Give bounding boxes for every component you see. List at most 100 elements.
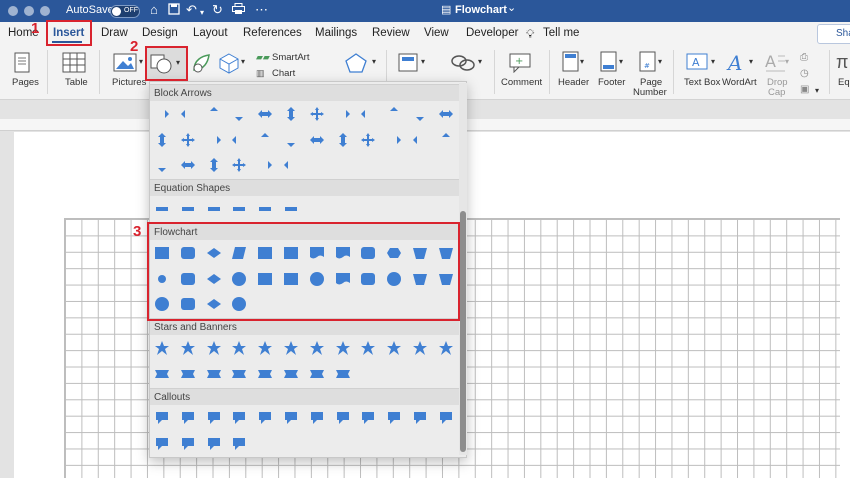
shape-thumbnail-icon[interactable]	[412, 132, 428, 148]
more-icon[interactable]: ⋯	[255, 3, 268, 17]
shape-thumbnail-icon[interactable]	[257, 201, 273, 217]
tab-developer[interactable]: Developer	[466, 27, 518, 39]
shape-thumbnail-icon[interactable]	[154, 157, 170, 173]
save-icon[interactable]	[168, 3, 180, 18]
title-chevron-icon[interactable]: ⌄	[507, 1, 516, 14]
shape-thumbnail-icon[interactable]	[309, 340, 325, 356]
shape-thumbnail-icon[interactable]	[386, 132, 402, 148]
shape-thumbnail-icon[interactable]	[360, 410, 376, 426]
shape-thumbnail-icon[interactable]	[180, 366, 196, 382]
shape-thumbnail-icon[interactable]	[335, 410, 351, 426]
shape-thumbnail-icon[interactable]	[257, 106, 273, 122]
pictures-icon[interactable]	[113, 53, 137, 73]
add-ins-chevron-icon[interactable]: ▾	[372, 57, 376, 66]
autosave-toggle[interactable]: OFF	[110, 5, 140, 18]
shape-thumbnail-icon[interactable]	[438, 340, 454, 356]
shape-thumbnail-icon[interactable]	[257, 132, 273, 148]
shape-thumbnail-icon[interactable]	[438, 106, 454, 122]
fullscreen-window-icon[interactable]	[40, 6, 50, 16]
shape-thumbnail-icon[interactable]	[283, 410, 299, 426]
icons-icon[interactable]	[190, 52, 212, 74]
shape-thumbnail-icon[interactable]	[309, 106, 325, 122]
shape-thumbnail-icon[interactable]	[309, 410, 325, 426]
shape-thumbnail-icon[interactable]	[360, 132, 376, 148]
media-icon[interactable]	[397, 52, 419, 74]
comment-icon[interactable]: +	[508, 51, 532, 73]
share-button[interactable]: Sha	[817, 24, 850, 44]
shape-thumbnail-icon[interactable]	[154, 366, 170, 382]
shape-thumbnail-icon[interactable]	[206, 366, 222, 382]
text-box-chevron-icon[interactable]: ▾	[711, 57, 715, 66]
shape-thumbnail-icon[interactable]	[283, 132, 299, 148]
tab-mailings[interactable]: Mailings	[315, 27, 357, 39]
shape-thumbnail-icon[interactable]	[438, 410, 454, 426]
tab-view[interactable]: View	[424, 27, 449, 39]
shape-thumbnail-icon[interactable]	[206, 410, 222, 426]
signature-line-icon[interactable]: ⎙	[800, 52, 808, 63]
shape-thumbnail-icon[interactable]	[386, 340, 402, 356]
pictures-chevron-icon[interactable]: ▾	[139, 57, 143, 66]
shape-thumbnail-icon[interactable]	[412, 340, 428, 356]
shape-thumbnail-icon[interactable]	[412, 410, 428, 426]
shape-thumbnail-icon[interactable]	[283, 366, 299, 382]
shape-thumbnail-icon[interactable]	[231, 436, 247, 452]
shape-thumbnail-icon[interactable]	[180, 436, 196, 452]
shape-thumbnail-icon[interactable]	[283, 340, 299, 356]
shape-thumbnail-icon[interactable]	[231, 410, 247, 426]
object-icon[interactable]: ▣	[800, 84, 809, 95]
shape-thumbnail-icon[interactable]	[360, 106, 376, 122]
shape-thumbnail-icon[interactable]	[206, 106, 222, 122]
shape-thumbnail-icon[interactable]	[257, 366, 273, 382]
shape-thumbnail-icon[interactable]	[283, 157, 299, 173]
shape-thumbnail-icon[interactable]	[231, 201, 247, 217]
shape-thumbnail-icon[interactable]	[231, 132, 247, 148]
table-icon[interactable]	[62, 52, 86, 74]
shape-thumbnail-icon[interactable]	[231, 157, 247, 173]
shape-thumbnail-icon[interactable]	[257, 157, 273, 173]
links-chevron-icon[interactable]: ▾	[478, 57, 482, 66]
pages-icon[interactable]	[13, 52, 33, 74]
chart-button[interactable]: Chart	[272, 68, 295, 79]
gallery-scrollbar-thumb[interactable]	[460, 211, 466, 452]
shape-thumbnail-icon[interactable]	[283, 201, 299, 217]
shape-thumbnail-icon[interactable]	[180, 106, 196, 122]
minimize-window-icon[interactable]	[24, 6, 34, 16]
wordart-icon[interactable]: A	[726, 50, 748, 74]
shape-thumbnail-icon[interactable]	[180, 157, 196, 173]
shape-thumbnail-icon[interactable]	[231, 106, 247, 122]
shape-thumbnail-icon[interactable]	[257, 340, 273, 356]
shape-thumbnail-icon[interactable]	[335, 340, 351, 356]
shape-thumbnail-icon[interactable]	[335, 106, 351, 122]
tab-layout[interactable]: Layout	[193, 27, 228, 39]
footer-icon[interactable]	[600, 51, 618, 73]
shape-thumbnail-icon[interactable]	[309, 132, 325, 148]
tab-design[interactable]: Design	[142, 27, 178, 39]
close-window-icon[interactable]	[8, 6, 18, 16]
shape-thumbnail-icon[interactable]	[180, 132, 196, 148]
shape-thumbnail-icon[interactable]	[154, 410, 170, 426]
shape-thumbnail-icon[interactable]	[206, 157, 222, 173]
shape-thumbnail-icon[interactable]	[231, 366, 247, 382]
home-icon[interactable]: ⌂	[150, 3, 158, 17]
shape-thumbnail-icon[interactable]	[283, 106, 299, 122]
undo-chevron-icon[interactable]: ▾	[200, 6, 204, 20]
shape-thumbnail-icon[interactable]	[360, 340, 376, 356]
shape-thumbnail-icon[interactable]	[154, 106, 170, 122]
smartart-button[interactable]: SmartArt	[272, 52, 309, 63]
page-number-chevron-icon[interactable]: ▾	[658, 57, 662, 66]
media-chevron-icon[interactable]: ▾	[421, 57, 425, 66]
shape-thumbnail-icon[interactable]	[309, 366, 325, 382]
shape-thumbnail-icon[interactable]	[180, 340, 196, 356]
3d-models-icon[interactable]	[218, 52, 240, 74]
tab-references[interactable]: References	[243, 27, 302, 39]
shape-thumbnail-icon[interactable]	[386, 106, 402, 122]
shape-thumbnail-icon[interactable]	[180, 410, 196, 426]
print-icon[interactable]	[232, 3, 245, 18]
equation-icon[interactable]: π	[836, 52, 848, 73]
shape-thumbnail-icon[interactable]	[180, 201, 196, 217]
redo-icon[interactable]: ↻	[212, 3, 223, 17]
drop-cap-chevron-icon[interactable]: ▾	[785, 57, 789, 66]
shape-thumbnail-icon[interactable]	[438, 132, 454, 148]
undo-icon[interactable]: ↶	[186, 3, 197, 17]
tab-review[interactable]: Review	[372, 27, 410, 39]
